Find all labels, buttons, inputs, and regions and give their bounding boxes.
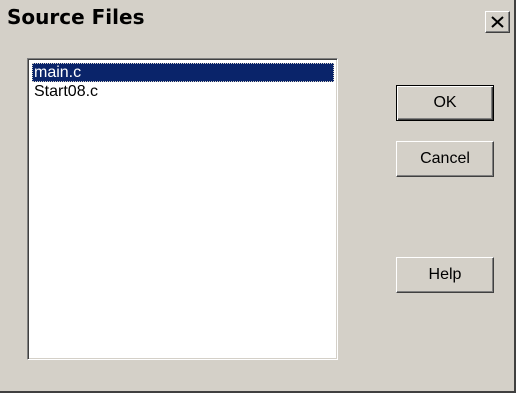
list-item-start08-c[interactable]: Start08.c: [32, 82, 334, 101]
help-button[interactable]: Help: [396, 257, 494, 293]
title-bar[interactable]: Source Files: [0, 0, 514, 36]
dialog-title: Source Files: [7, 5, 145, 29]
list-item-label: Start08.c: [34, 83, 99, 100]
source-files-listbox[interactable]: main.c Start08.c: [27, 58, 338, 360]
list-item-label: main.c: [34, 64, 82, 81]
source-files-dialog: Source Files main.c Start08.c OK Cancel …: [0, 0, 516, 393]
close-icon: [491, 16, 504, 28]
close-button[interactable]: [485, 11, 510, 33]
list-item-main-c[interactable]: main.c: [32, 63, 334, 82]
ok-button[interactable]: OK: [396, 85, 494, 121]
cancel-button[interactable]: Cancel: [396, 141, 494, 177]
